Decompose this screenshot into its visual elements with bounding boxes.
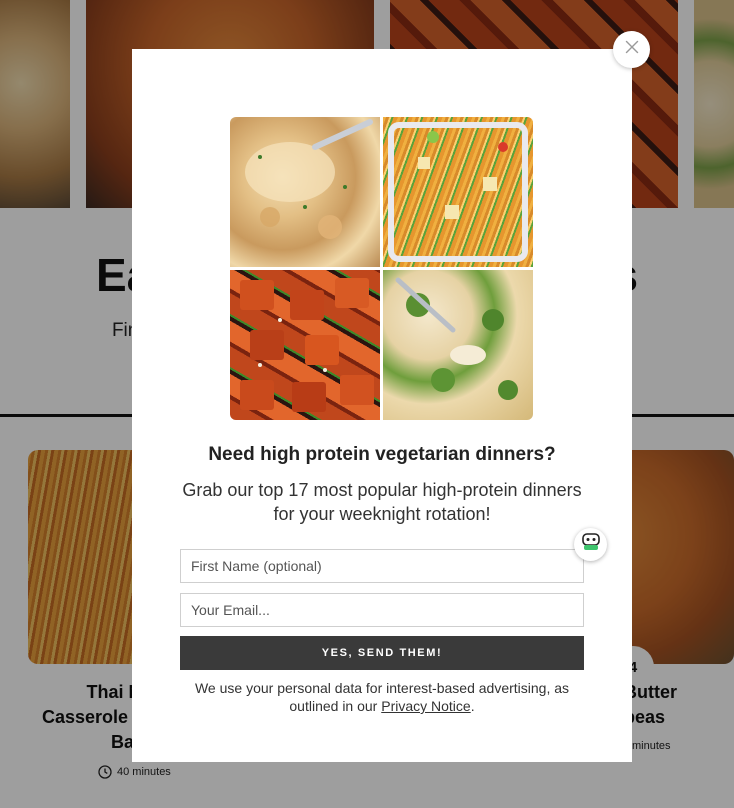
submit-button[interactable]: YES, SEND THEM! (180, 636, 584, 670)
modal-subline: Grab our top 17 most popular high-protei… (182, 480, 582, 524)
privacy-text-end: . (470, 698, 475, 714)
signup-modal: Need high protein vegetarian dinners? Gr… (132, 49, 632, 762)
collage-image-creamy-curry (230, 117, 380, 267)
chat-bot-icon (581, 533, 601, 556)
chat-widget-button[interactable] (574, 528, 607, 561)
collage-image-glazed-tofu (230, 270, 380, 420)
recipe-collage (230, 117, 533, 420)
first-name-field[interactable] (180, 549, 584, 583)
close-button[interactable] (613, 31, 650, 68)
collage-image-broccoli-pasta (383, 270, 533, 420)
modal-headline: Need high protein vegetarian dinners? (208, 444, 556, 465)
email-field[interactable] (180, 593, 584, 627)
privacy-notice-link[interactable]: Privacy Notice (381, 698, 470, 714)
privacy-disclaimer: We use your personal data for interest-b… (182, 679, 582, 715)
close-icon (625, 40, 639, 59)
collage-image-noodle-bake (383, 117, 533, 267)
